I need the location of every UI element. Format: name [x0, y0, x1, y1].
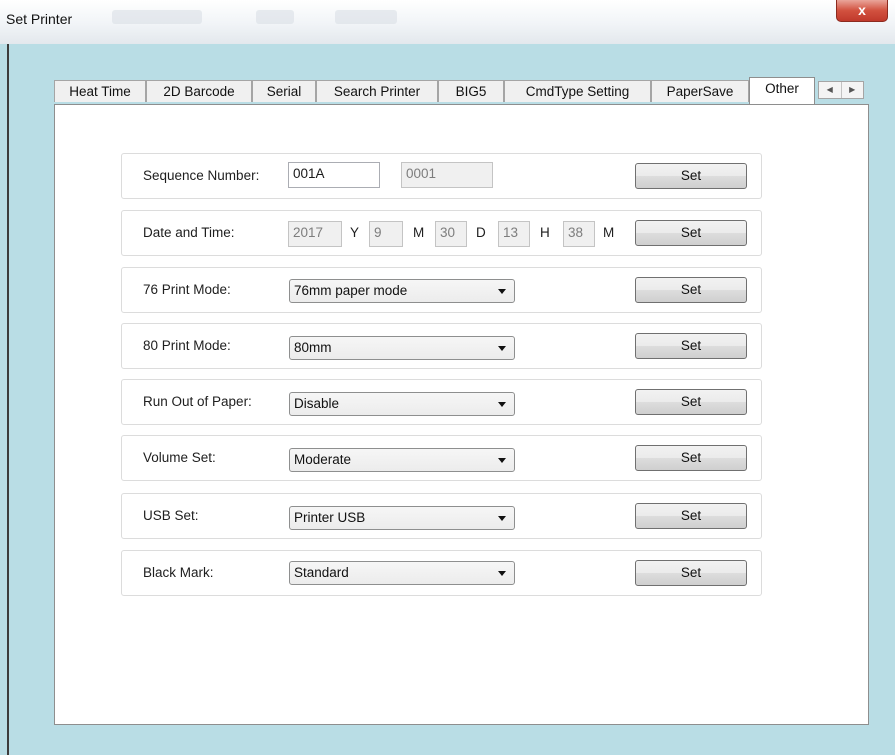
tab-label: Heat Time [69, 84, 131, 99]
volume-set-label: Volume Set: [143, 450, 216, 465]
print-mode-80-set-button[interactable]: Set [635, 333, 747, 359]
scroll-right-icon[interactable]: ▶ [840, 82, 864, 98]
title-bar-blur [256, 10, 294, 24]
hour-unit: H [540, 225, 550, 240]
date-time-group: Date and Time: 2017 Y 9 M 30 D 13 H 38 M… [121, 210, 762, 256]
tab-label: Other [765, 81, 799, 96]
month-unit: M [413, 225, 425, 240]
date-time-label: Date and Time: [143, 225, 235, 240]
sequence-set-button[interactable]: Set [635, 163, 747, 189]
tab-papersave[interactable]: PaperSave [651, 80, 749, 102]
hour-input[interactable]: 13 [498, 221, 530, 247]
close-icon: x [858, 2, 866, 18]
run-out-of-paper-label: Run Out of Paper: [143, 394, 252, 409]
tab-label: Search Printer [333, 84, 421, 99]
black-mark-select[interactable]: Standard [289, 561, 515, 585]
close-button[interactable]: x [836, 0, 888, 22]
select-value: Disable [294, 396, 340, 411]
title-bar-blur [112, 10, 202, 24]
year-unit: Y [350, 225, 360, 240]
select-value: 80mm [294, 340, 332, 355]
month-input[interactable]: 9 [369, 221, 403, 247]
title-bar-blur [335, 10, 397, 24]
black-mark-label: Black Mark: [143, 565, 214, 580]
sequence-number-label: Sequence Number: [143, 168, 260, 183]
run-out-of-paper-group: Run Out of Paper: Disable Set [121, 379, 762, 425]
print-mode-76-set-button[interactable]: Set [635, 277, 747, 303]
year-input[interactable]: 2017 [288, 221, 342, 247]
tab-2d-barcode[interactable]: 2D Barcode [146, 80, 252, 102]
volume-set-button[interactable]: Set [635, 445, 747, 471]
select-value: 76mm paper mode [294, 283, 408, 298]
black-mark-set-button[interactable]: Set [635, 560, 747, 586]
usb-set-group: USB Set: Printer USB Set [121, 493, 762, 539]
window-border [0, 44, 9, 755]
print-mode-76-select[interactable]: 76mm paper mode [289, 279, 515, 303]
tab-other[interactable]: Other [749, 77, 815, 104]
day-input[interactable]: 30 [435, 221, 467, 247]
tab-label: CmdType Setting [525, 84, 630, 99]
chevron-down-icon [498, 289, 506, 294]
usb-set-select[interactable]: Printer USB [289, 506, 515, 530]
day-unit: D [476, 225, 486, 240]
tab-strip: Heat Time 2D Barcode Serial Search Print… [54, 77, 868, 104]
select-value: Standard [294, 565, 349, 580]
sequence-number-input[interactable]: 001A [288, 162, 380, 188]
tab-label: BIG5 [455, 84, 487, 99]
tab-cmdtype-setting[interactable]: CmdType Setting [504, 80, 651, 102]
tab-big5[interactable]: BIG5 [438, 80, 504, 102]
select-value: Printer USB [294, 510, 366, 525]
print-mode-80-select[interactable]: 80mm [289, 336, 515, 360]
chevron-down-icon [498, 458, 506, 463]
minute-unit: M [603, 225, 615, 240]
chevron-down-icon [498, 402, 506, 407]
select-value: Moderate [294, 452, 352, 467]
print-mode-80-group: 80 Print Mode: 80mm Set [121, 323, 762, 369]
sequence-number-readonly: 0001 [401, 162, 493, 188]
volume-set-group: Volume Set: Moderate Set [121, 435, 762, 481]
run-out-of-paper-select[interactable]: Disable [289, 392, 515, 416]
usb-set-button[interactable]: Set [635, 503, 747, 529]
print-mode-76-group: 76 Print Mode: 76mm paper mode Set [121, 267, 762, 313]
print-mode-80-label: 80 Print Mode: [143, 338, 231, 353]
tab-label: PaperSave [666, 84, 734, 99]
tab-heat-time[interactable]: Heat Time [54, 80, 146, 102]
chevron-down-icon [498, 571, 506, 576]
scroll-left-icon[interactable]: ◀ [819, 82, 841, 98]
usb-set-label: USB Set: [143, 508, 199, 523]
title-bar: Set Printer x [0, 0, 895, 45]
window-title: Set Printer [6, 11, 73, 27]
black-mark-group: Black Mark: Standard Set [121, 550, 762, 596]
tab-scroll-buttons: ◀ ▶ [818, 81, 864, 99]
sequence-number-group: Sequence Number: 001A 0001 Set [121, 153, 762, 199]
chevron-down-icon [498, 516, 506, 521]
tab-serial[interactable]: Serial [252, 80, 316, 102]
volume-set-select[interactable]: Moderate [289, 448, 515, 472]
run-out-of-paper-set-button[interactable]: Set [635, 389, 747, 415]
minute-input[interactable]: 38 [563, 221, 595, 247]
chevron-down-icon [498, 346, 506, 351]
print-mode-76-label: 76 Print Mode: [143, 282, 231, 297]
tab-label: 2D Barcode [163, 84, 235, 99]
date-time-set-button[interactable]: Set [635, 220, 747, 246]
tab-search-printer[interactable]: Search Printer [316, 80, 438, 102]
tab-label: Serial [266, 84, 302, 99]
